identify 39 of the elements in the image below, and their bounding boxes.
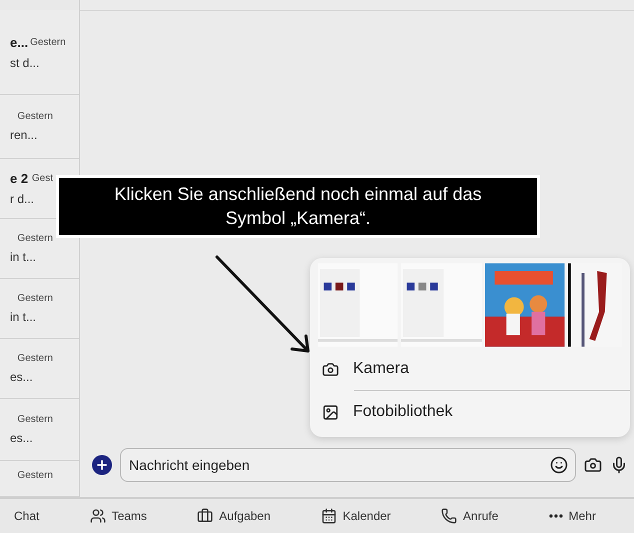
plus-icon <box>95 458 109 472</box>
chat-preview: st d... <box>10 56 40 70</box>
chat-preview: es... <box>10 431 34 445</box>
calendar-icon <box>320 508 337 524</box>
chat-time: Gestern <box>17 293 53 304</box>
chat-name: e 2 <box>10 171 30 186</box>
image-icon <box>322 404 339 420</box>
add-button[interactable] <box>92 455 112 475</box>
chat-preview: r d... <box>10 192 36 206</box>
chat-name: e... <box>10 34 28 50</box>
camera-icon <box>322 360 339 378</box>
chat-preview: es... <box>10 370 34 384</box>
chat-time: Gestern <box>17 233 53 244</box>
message-field[interactable]: Nachricht eingeben <box>120 448 576 482</box>
nav-tab[interactable]: Teams <box>90 508 147 524</box>
instruction-tooltip: Klicken Sie anschließend noch einmal auf das Symbol „Kamera“. <box>56 175 540 238</box>
chat-preview: in t... <box>10 250 38 264</box>
nav-tab[interactable]: Mehr <box>548 509 596 523</box>
microphone-icon[interactable] <box>610 456 628 474</box>
bag-icon <box>197 508 214 524</box>
chat-preview: in t... <box>10 310 38 324</box>
camera-icon[interactable] <box>584 456 602 474</box>
chat-time: Gestern <box>17 353 53 364</box>
emoji-icon[interactable] <box>550 456 568 474</box>
phone-icon <box>441 508 458 524</box>
more-icon <box>548 514 563 518</box>
nav-tab[interactable]: Chat <box>14 509 40 523</box>
chat-time: Gest <box>32 173 53 184</box>
chat-time: Gestern <box>17 414 53 425</box>
people-icon <box>90 508 106 524</box>
nav-tab[interactable]: Kalender <box>320 508 391 524</box>
chat-time: Gestern <box>17 470 53 481</box>
menu-item[interactable]: Kamera <box>310 348 630 390</box>
chat-time: Gestern <box>30 36 66 48</box>
chat-preview: ren... <box>10 128 38 142</box>
nav-tab[interactable]: Aufgaben <box>197 508 271 524</box>
chat-time: Gestern <box>17 111 53 122</box>
menu-item[interactable]: Fotobibliothek <box>310 391 630 433</box>
nav-tab[interactable]: Anrufe <box>441 508 498 524</box>
